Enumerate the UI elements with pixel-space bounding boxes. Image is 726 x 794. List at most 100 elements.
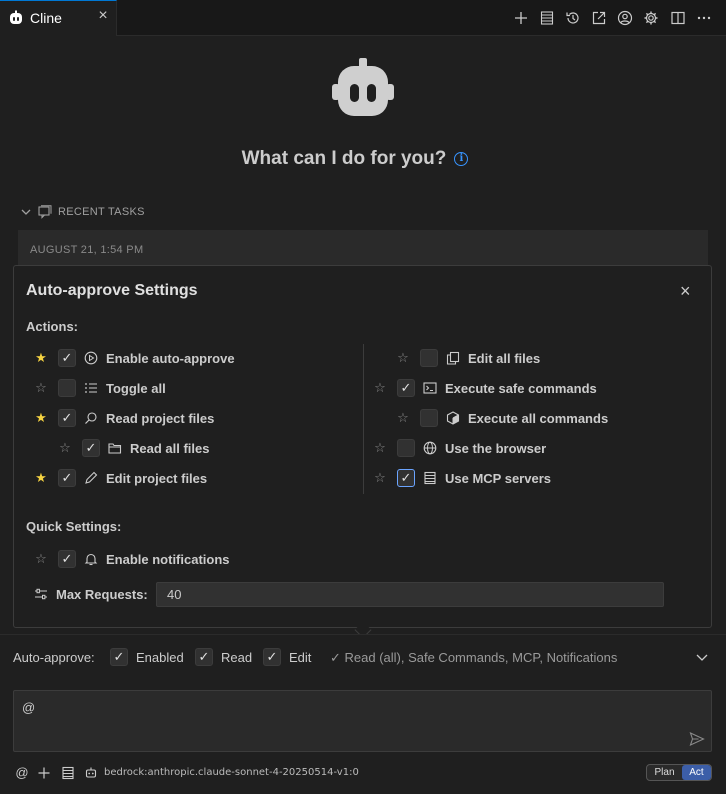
- star-icon[interactable]: ★: [34, 351, 48, 365]
- star-icon[interactable]: ☆: [373, 471, 387, 485]
- aa-item-enabled[interactable]: ✓ Enabled: [110, 648, 184, 666]
- action-label: Edit project files: [106, 470, 208, 486]
- star-icon[interactable]: ☆: [373, 441, 387, 455]
- search-icon: [84, 411, 98, 425]
- gear-icon[interactable]: [643, 10, 659, 26]
- chat-input[interactable]: [13, 690, 712, 752]
- action-label: Read all files: [130, 440, 210, 456]
- auto-approve-label: Auto-approve:: [13, 650, 95, 665]
- aa-item-read[interactable]: ✓ Read: [195, 648, 252, 666]
- plus-icon[interactable]: [37, 766, 51, 780]
- bell-icon: [84, 552, 98, 566]
- notifications-row[interactable]: ☆ ✓ Enable notifications: [34, 548, 230, 570]
- checkbox[interactable]: [58, 379, 76, 397]
- max-requests-row: Max Requests:: [34, 583, 148, 605]
- chevron-down-icon[interactable]: [695, 650, 709, 664]
- action-label: Execute safe commands: [445, 380, 597, 396]
- checkbox[interactable]: [420, 349, 438, 367]
- history-icon[interactable]: [565, 10, 581, 26]
- copy-icon: [446, 351, 460, 365]
- checkbox[interactable]: ✓: [195, 648, 213, 666]
- close-panel-icon[interactable]: ×: [680, 282, 691, 300]
- action-row-read-all-files[interactable]: ☆ ✓ Read all files: [58, 437, 209, 459]
- action-row-edit-all-files[interactable]: ☆ Edit all files: [396, 347, 540, 369]
- aa-item-label: Enabled: [136, 649, 184, 665]
- plan-act-toggle[interactable]: Plan Act: [646, 764, 712, 781]
- auto-approve-summary: ✓ Read (all), Safe Commands, MCP, Notifi…: [330, 650, 618, 665]
- star-icon[interactable]: ☆: [396, 351, 410, 365]
- actions-label: Actions:: [26, 319, 78, 334]
- star-icon[interactable]: ☆: [34, 552, 48, 566]
- terminal-icon: [423, 381, 437, 395]
- robot-model-icon[interactable]: [84, 766, 98, 780]
- recent-task-date: AUGUST 21, 1:54 PM: [30, 244, 144, 256]
- max-requests-input[interactable]: 40: [156, 582, 664, 607]
- action-label: Use the browser: [445, 440, 547, 456]
- action-label: Use MCP servers: [445, 470, 551, 486]
- folder-icon: [108, 441, 122, 455]
- act-mode-button[interactable]: Act: [682, 765, 711, 780]
- plus-icon[interactable]: [513, 10, 529, 26]
- at-mention-icon[interactable]: @: [15, 766, 29, 780]
- aa-item-edit[interactable]: ✓ Edit: [263, 648, 311, 666]
- split-editor-icon[interactable]: [670, 10, 686, 26]
- model-selector[interactable]: bedrock:anthropic.claude-sonnet-4-202505…: [104, 767, 359, 778]
- action-label: Toggle all: [106, 380, 166, 396]
- server-icon[interactable]: [539, 10, 555, 26]
- globe-icon: [423, 441, 437, 455]
- checkbox[interactable]: [420, 409, 438, 427]
- sliders-icon: [34, 587, 48, 601]
- send-icon[interactable]: [689, 731, 705, 747]
- chevron-down-icon: [20, 206, 32, 218]
- action-row-use-mcp-servers[interactable]: ☆ ✓ Use MCP servers: [373, 467, 551, 489]
- cline-robot-icon: [8, 10, 24, 26]
- pencil-icon: [84, 471, 98, 485]
- action-row-execute-safe-commands[interactable]: ☆ ✓ Execute safe commands: [373, 377, 597, 399]
- checkbox[interactable]: ✓: [82, 439, 100, 457]
- tab-title: Cline: [30, 10, 62, 26]
- cline-logo-icon: [332, 58, 394, 120]
- checkbox[interactable]: ✓: [58, 409, 76, 427]
- server-icon[interactable]: [61, 766, 75, 780]
- aa-item-label: Edit: [289, 649, 312, 665]
- action-row-use-the-browser[interactable]: ☆ Use the browser: [373, 437, 546, 459]
- server-icon: [423, 471, 437, 485]
- info-icon[interactable]: i: [454, 152, 469, 166]
- comment-history-icon: [38, 205, 52, 219]
- cube-icon: [446, 411, 460, 425]
- action-row-execute-all-commands[interactable]: ☆ Execute all commands: [396, 407, 608, 429]
- action-row-toggle-all[interactable]: ☆ Toggle all: [34, 377, 166, 399]
- checkbox[interactable]: ✓: [397, 469, 415, 487]
- star-icon[interactable]: ☆: [58, 441, 72, 455]
- quick-settings-label: Quick Settings:: [26, 519, 122, 534]
- checkbox[interactable]: ✓: [58, 349, 76, 367]
- action-row-enable-auto-approve[interactable]: ★ ✓ Enable auto-approve: [34, 347, 235, 369]
- action-row-read-project-files[interactable]: ★ ✓ Read project files: [34, 407, 214, 429]
- close-tab-icon[interactable]: ×: [96, 8, 110, 24]
- checkbox[interactable]: [397, 439, 415, 457]
- play-circle-icon: [84, 351, 98, 365]
- star-icon[interactable]: ★: [34, 471, 48, 485]
- action-label: Read project files: [106, 410, 215, 426]
- recent-tasks-header[interactable]: RECENT TASKS: [20, 205, 145, 219]
- action-label: Enable auto-approve: [106, 350, 235, 366]
- checkbox[interactable]: ✓: [263, 648, 281, 666]
- star-icon[interactable]: ☆: [396, 411, 410, 425]
- action-row-edit-project-files[interactable]: ★ ✓ Edit project files: [34, 467, 207, 489]
- star-icon[interactable]: ★: [34, 411, 48, 425]
- plan-mode-button[interactable]: Plan: [647, 765, 682, 780]
- recent-tasks-label: RECENT TASKS: [58, 206, 145, 218]
- star-icon[interactable]: ☆: [34, 381, 48, 395]
- account-icon[interactable]: [617, 10, 633, 26]
- star-icon[interactable]: ☆: [373, 381, 387, 395]
- chat-input-value: @: [22, 700, 36, 715]
- column-divider: [363, 344, 364, 494]
- checkbox[interactable]: ✓: [58, 550, 76, 568]
- more-icon[interactable]: [696, 10, 712, 26]
- checkbox[interactable]: ✓: [397, 379, 415, 397]
- panel-title: Auto-approve Settings: [26, 282, 198, 299]
- checkbox[interactable]: ✓: [58, 469, 76, 487]
- action-label: Execute all commands: [468, 410, 609, 426]
- checkbox[interactable]: ✓: [110, 648, 128, 666]
- popout-icon[interactable]: [591, 10, 607, 26]
